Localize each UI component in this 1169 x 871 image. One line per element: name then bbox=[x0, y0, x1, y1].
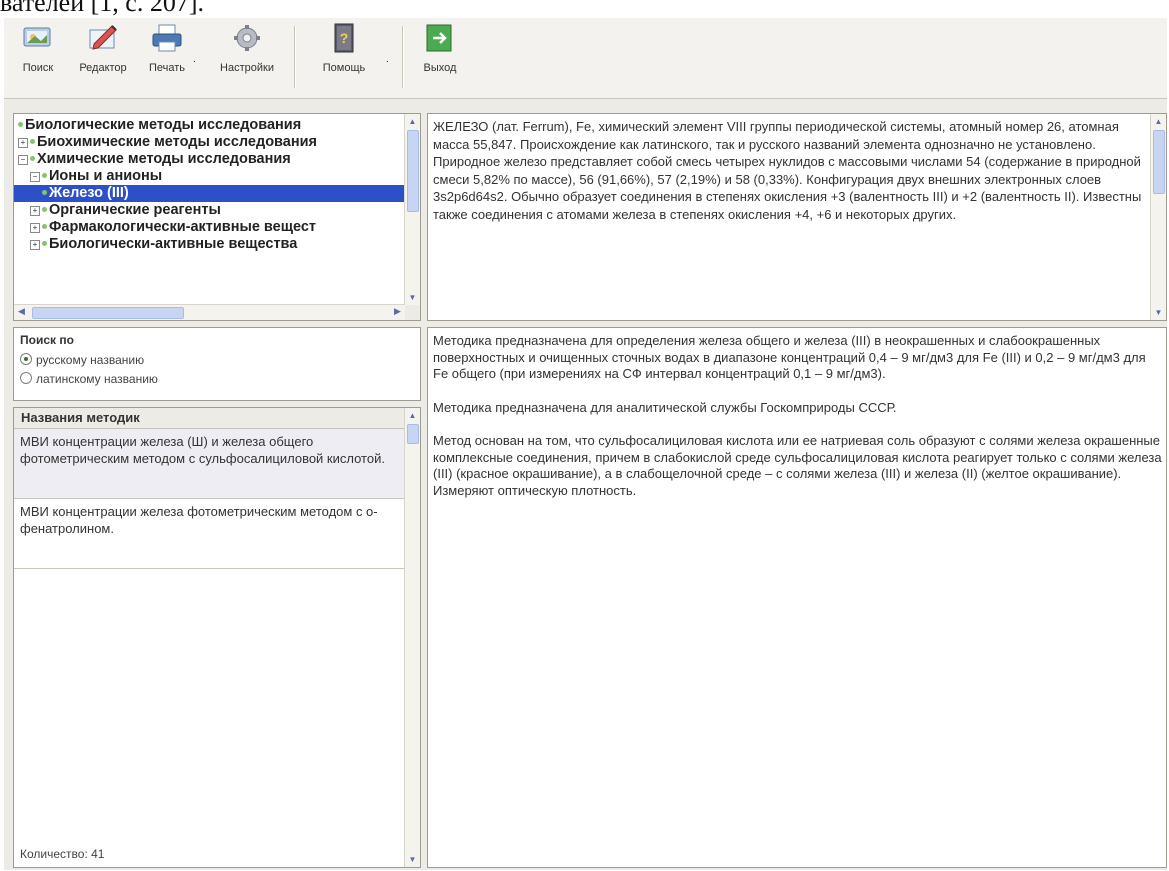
help-button-label: Помощь bbox=[322, 62, 366, 74]
scroll-thumb[interactable] bbox=[407, 424, 419, 444]
element-description-text: ЖЕЛЕЗО (лат. Ferrum), Fe, химический эле… bbox=[433, 119, 1142, 222]
tree-node-icon bbox=[42, 224, 47, 229]
tree-node-icon bbox=[42, 241, 47, 246]
print-button-label: Печать bbox=[148, 62, 186, 74]
scroll-up-icon[interactable]: ▲ bbox=[1153, 116, 1164, 127]
radio-latin-name[interactable]: латинскому названию bbox=[20, 372, 158, 386]
scroll-up-icon[interactable]: ▲ bbox=[407, 116, 418, 127]
expand-icon[interactable]: + bbox=[30, 206, 40, 216]
tree-item[interactable]: + Биохимические методы исследования bbox=[18, 134, 404, 151]
search-button-label: Поиск bbox=[22, 62, 54, 74]
radio-button[interactable] bbox=[20, 353, 32, 365]
tree-node-icon bbox=[42, 190, 47, 195]
scroll-down-icon[interactable]: ▼ bbox=[407, 854, 418, 865]
scroll-down-icon[interactable]: ▼ bbox=[407, 292, 418, 303]
radio-russian-name[interactable]: русскому названию bbox=[20, 353, 144, 367]
methods-count: Количество: 41 bbox=[20, 847, 105, 861]
search-options-panel: Поиск по русскому названию латинскому на… bbox=[13, 327, 421, 401]
tree-item-label: Органические реагенты bbox=[49, 202, 221, 218]
toolbar-separator bbox=[294, 26, 296, 88]
method-detail-text: Методика предназначена для определения ж… bbox=[433, 333, 1162, 516]
print-button[interactable]: Печать bbox=[144, 22, 190, 74]
print-dropdown-arrow[interactable]: . bbox=[193, 54, 196, 65]
element-description-panel[interactable]: ЖЕЛЕЗО (лат. Ferrum), Fe, химический эле… bbox=[427, 113, 1167, 321]
methods-list-panel: Названия методик МВИ концентрации железа… bbox=[13, 407, 421, 868]
collapse-icon[interactable]: − bbox=[18, 155, 28, 165]
search-by-label: Поиск по bbox=[20, 333, 74, 347]
printer-icon bbox=[150, 22, 184, 54]
document-caption: вателей [1, с. 207]. bbox=[0, 0, 204, 17]
editor-button-label: Редактор bbox=[79, 62, 127, 74]
scroll-down-icon[interactable]: ▼ bbox=[1153, 307, 1164, 318]
search-icon bbox=[21, 22, 55, 54]
radio-label: латинскому названию bbox=[36, 372, 158, 386]
tree-node-icon bbox=[42, 173, 47, 178]
tree-item[interactable]: − Химические методы исследования bbox=[18, 151, 404, 168]
help-dropdown-arrow[interactable]: . bbox=[386, 54, 389, 65]
tree-item-label: Фармакологически-активные вещест bbox=[49, 219, 316, 235]
tree-node-icon bbox=[30, 139, 35, 144]
radio-button[interactable] bbox=[20, 372, 32, 384]
tree-items: Биологические методы исследования + Биохим… bbox=[14, 117, 420, 253]
tree-node-icon bbox=[30, 156, 35, 161]
toolbar-separator bbox=[402, 26, 404, 88]
tree-item-label: Ионы и анионы bbox=[49, 168, 163, 184]
scroll-corner bbox=[405, 305, 420, 320]
gear-icon bbox=[230, 22, 264, 54]
tree-vertical-scrollbar[interactable]: ▲ ▼ bbox=[404, 114, 420, 305]
tree-item-label: Биохимические методы исследования bbox=[37, 134, 317, 150]
tree-item[interactable]: Биологические методы исследования bbox=[18, 117, 404, 134]
tree-item-label: Биологические методы исследования bbox=[25, 117, 302, 133]
tree-node-icon bbox=[18, 122, 23, 127]
scroll-thumb[interactable] bbox=[1153, 130, 1165, 194]
scroll-up-icon[interactable]: ▲ bbox=[407, 410, 418, 421]
search-button[interactable]: Поиск bbox=[16, 22, 60, 74]
scroll-thumb[interactable] bbox=[32, 307, 184, 319]
exit-icon bbox=[423, 22, 457, 54]
methods-list-header: Названия методик bbox=[14, 408, 405, 429]
method-detail-panel[interactable]: Методика предназначена для определения ж… bbox=[427, 327, 1167, 868]
tree-item[interactable]: Железо (III) bbox=[14, 185, 420, 202]
help-button[interactable]: ? Помощь bbox=[304, 22, 384, 74]
tree-horizontal-scrollbar[interactable]: ◀ ▶ bbox=[14, 304, 405, 320]
toolbar: Поиск Редактор Печать . Настройки ? Помо… bbox=[4, 18, 1167, 99]
tree-node-icon bbox=[42, 207, 47, 212]
tree-item-label: Биологически-активные вещества bbox=[49, 236, 298, 252]
detail-paragraph: Методика предназначена для определения ж… bbox=[433, 333, 1146, 381]
methods-scrollbar[interactable]: ▲ ▼ bbox=[404, 408, 420, 867]
scroll-right-icon[interactable]: ▶ bbox=[392, 306, 403, 317]
expand-icon[interactable]: + bbox=[30, 223, 40, 233]
tree-item[interactable]: + Биологически-активные вещества bbox=[18, 236, 404, 253]
tree-item-label: Железо (III) bbox=[49, 185, 129, 201]
tree-item-label: Химические методы исследования bbox=[37, 151, 291, 167]
settings-button-label: Настройки bbox=[220, 62, 274, 74]
scroll-left-icon[interactable]: ◀ bbox=[16, 306, 27, 317]
editor-button[interactable]: Редактор bbox=[68, 22, 138, 74]
category-tree[interactable]: Биологические методы исследования + Биохим… bbox=[13, 113, 421, 321]
tree-item[interactable]: + Органические реагенты bbox=[18, 202, 404, 219]
tree-item[interactable]: − Ионы и анионы bbox=[18, 168, 404, 185]
help-book-icon: ? bbox=[327, 22, 361, 54]
app-window: Поиск Редактор Печать . Настройки ? Помо… bbox=[4, 18, 1167, 870]
expand-icon[interactable]: + bbox=[30, 240, 40, 250]
settings-button[interactable]: Настройки bbox=[207, 22, 287, 74]
scroll-thumb[interactable] bbox=[407, 130, 419, 212]
svg-text:?: ? bbox=[340, 30, 349, 46]
detail-paragraph: Методика предназначена для аналитической… bbox=[433, 399, 897, 415]
expand-icon[interactable]: + bbox=[18, 138, 28, 148]
exit-button[interactable]: Выход bbox=[416, 22, 464, 74]
editor-icon bbox=[86, 22, 120, 54]
method-list-item[interactable]: МВИ концентрации железа (Ш) и железа общ… bbox=[14, 429, 405, 499]
collapse-icon[interactable]: − bbox=[30, 172, 40, 182]
method-list-item[interactable]: МВИ концентрации железа фотометрическим … bbox=[14, 499, 405, 569]
description-scrollbar[interactable]: ▲ ▼ bbox=[1150, 114, 1166, 320]
tree-item[interactable]: + Фармакологически-активные вещест bbox=[18, 219, 404, 236]
radio-label: русскому названию bbox=[36, 353, 145, 367]
exit-button-label: Выход bbox=[423, 62, 457, 74]
detail-paragraph: Метод основан на том, что сульфосалицило… bbox=[433, 433, 1162, 498]
